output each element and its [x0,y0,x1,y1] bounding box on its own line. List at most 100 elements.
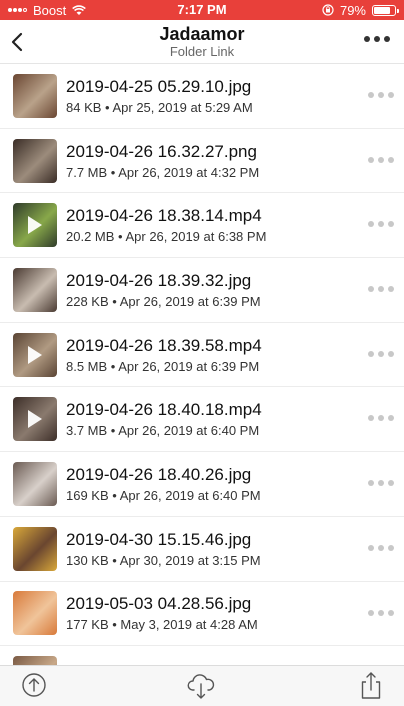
more-dot [378,415,384,422]
file-text: 2019-04-26 16.32.27.png 7.7 MB • Apr 26, … [66,142,404,180]
file-meta: 169 KB • Apr 26, 2019 at 6:40 PM [66,487,261,503]
file-text: 2019-05-03 04.28.56.jpg 177 KB • May 3, 2… [66,594,404,632]
image-thumbnail [13,461,57,506]
image-thumbnail [13,526,57,571]
play-icon [28,216,42,235]
file-row[interactable]: 2019-04-26 16.32.27.png 7.7 MB • Apr 26, … [0,129,404,194]
upload-icon[interactable] [19,670,49,700]
more-dot [368,350,374,357]
file-row[interactable]: 2019-05-14 02.33.25.jpg [0,646,404,666]
video-thumbnail [13,332,57,377]
more-dot [378,609,384,616]
file-list: 2019-04-25 05.29.10.jpg 84 KB • Apr 25, 2… [0,64,404,666]
row-more-button[interactable] [368,156,394,163]
row-more-button[interactable] [368,350,394,357]
more-dot [388,92,394,98]
share-icon[interactable] [356,670,386,700]
file-row[interactable]: 2019-04-26 18.39.58.mp4 8.5 MB • Apr 26, … [0,323,404,388]
file-name: 2019-05-03 04.28.56.jpg [66,594,252,614]
more-dot [368,415,374,422]
more-dot [368,609,374,616]
carrier-label: Boost [33,2,67,18]
file-meta: 84 KB • Apr 25, 2019 at 5:29 AM [66,99,253,115]
battery-fill [374,6,390,14]
row-more-button[interactable] [368,92,394,98]
file-name: 2019-04-26 18.39.32.jpg [66,270,252,290]
status-bar: Boost 7:17 PM 79% [0,0,404,20]
more-options-button[interactable] [364,36,390,42]
file-text: 2019-04-25 05.29.10.jpg 84 KB • Apr 25, 2… [66,77,404,115]
more-dot [378,156,384,163]
file-meta: 7.7 MB • Apr 26, 2019 at 4:32 PM [66,164,260,180]
more-dot [378,350,384,357]
file-meta: 177 KB • May 3, 2019 at 4:28 AM [66,617,258,633]
file-meta: 3.7 MB • Apr 26, 2019 at 6:40 PM [66,423,260,439]
row-more-button[interactable] [368,221,394,228]
battery-percent: 79% [339,2,366,18]
wifi-icon [72,4,87,15]
file-text: 2019-04-30 15.15.46.jpg 130 KB • Apr 30, … [66,530,404,568]
file-row[interactable]: 2019-04-25 05.29.10.jpg 84 KB • Apr 25, 2… [0,64,404,129]
video-thumbnail [13,203,57,248]
file-row[interactable]: 2019-04-30 15.15.46.jpg 130 KB • Apr 30, … [0,517,404,582]
file-meta: 130 KB • Apr 30, 2019 at 3:15 PM [66,552,261,568]
battery-icon [372,4,399,16]
file-meta: 20.2 MB • Apr 26, 2019 at 6:38 PM [66,229,267,245]
more-dot [388,480,394,487]
file-text: 2019-04-26 18.38.14.mp4 20.2 MB • Apr 26,… [66,206,404,244]
more-dot [388,350,394,357]
status-right: 79% [322,2,399,18]
file-meta: 228 KB • Apr 26, 2019 at 6:39 PM [66,293,261,309]
more-dot [378,221,384,228]
file-row[interactable]: 2019-05-03 04.28.56.jpg 177 KB • May 3, 2… [0,582,404,647]
more-dot [388,286,394,293]
image-thumbnail [13,73,57,118]
bottom-toolbar [0,665,404,706]
more-dot [378,286,384,293]
video-thumbnail [13,397,57,442]
image-thumbnail [13,267,57,312]
row-more-button[interactable] [368,480,394,487]
file-name: 2019-04-26 18.39.58.mp4 [66,335,262,355]
more-dot [368,221,374,228]
more-dot [364,36,370,42]
file-row[interactable]: 2019-04-26 18.40.26.jpg 169 KB • Apr 26, … [0,452,404,517]
file-name: 2019-04-26 18.38.14.mp4 [66,206,262,226]
file-text: 2019-04-26 18.39.58.mp4 8.5 MB • Apr 26, … [66,336,404,374]
image-thumbnail [13,138,57,183]
file-row[interactable]: 2019-04-26 18.38.14.mp4 20.2 MB • Apr 26,… [0,193,404,259]
file-row[interactable]: 2019-04-26 18.40.18.mp4 3.7 MB • Apr 26, … [0,387,404,453]
nav-bar: Jadaamor Folder Link [0,20,404,64]
file-name: 2019-04-26 18.40.26.jpg [66,464,252,484]
file-text: 2019-04-26 18.40.18.mp4 3.7 MB • Apr 26, … [66,400,404,438]
more-dot [374,36,380,42]
cloud-download-icon[interactable] [186,670,216,700]
more-dot [368,156,374,163]
file-name: 2019-04-30 15.15.46.jpg [66,529,252,549]
more-dot [368,544,374,551]
row-more-button[interactable] [368,544,394,551]
more-dot [384,36,390,42]
file-meta: 8.5 MB • Apr 26, 2019 at 6:39 PM [66,358,260,374]
row-more-button[interactable] [368,286,394,293]
row-more-button[interactable] [368,415,394,422]
play-icon [28,410,42,429]
more-dot [378,544,384,551]
file-row[interactable]: 2019-04-26 18.39.32.jpg 228 KB • Apr 26, … [0,258,404,323]
file-name: 2019-04-26 16.32.27.png [66,141,257,161]
file-text: 2019-04-26 18.39.32.jpg 228 KB • Apr 26, … [66,271,404,309]
more-dot [368,480,374,487]
image-thumbnail [13,591,57,636]
file-name: 2019-04-25 05.29.10.jpg [66,76,252,96]
more-dot [378,92,384,98]
file-name: 2019-04-26 18.40.18.mp4 [66,400,262,420]
more-dot [388,221,394,228]
signal-icon [8,8,27,12]
page-title: Jadaamor [159,24,245,44]
orientation-lock-icon [322,4,334,16]
more-dot [388,544,394,551]
status-left: Boost [8,2,87,18]
more-dot [388,415,394,422]
play-icon [28,345,42,364]
row-more-button[interactable] [368,609,394,616]
